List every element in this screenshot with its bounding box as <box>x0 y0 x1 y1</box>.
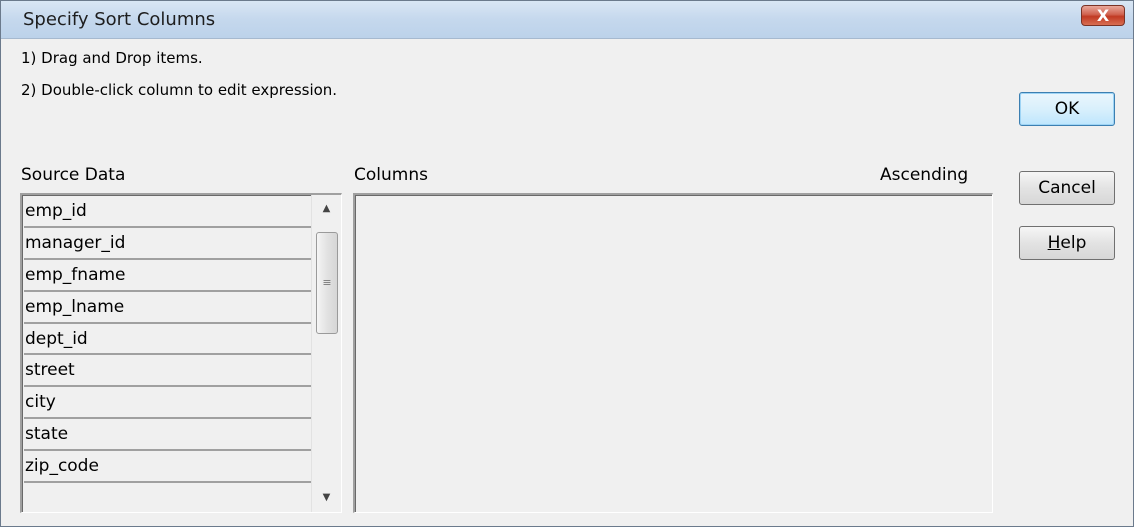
list-item[interactable]: emp_id <box>24 196 312 228</box>
columns-label: Columns <box>354 165 428 185</box>
scroll-up-icon[interactable]: ▲ <box>312 199 341 219</box>
dialog-title: Specify Sort Columns <box>23 9 216 30</box>
list-item[interactable]: emp_fname <box>24 260 312 292</box>
help-mnemonic: H <box>1047 233 1061 253</box>
close-icon: X <box>1096 6 1110 25</box>
list-item[interactable]: zip_code <box>24 451 312 484</box>
list-item[interactable]: city <box>24 387 312 420</box>
sort-columns-list[interactable] <box>353 193 993 513</box>
list-item[interactable]: emp_lname <box>24 292 312 324</box>
instruction-drag-drop: 1) Drag and Drop items. <box>21 49 203 67</box>
ok-button[interactable]: OK <box>1019 92 1115 126</box>
source-data-list[interactable]: emp_id manager_id emp_fname emp_lname de… <box>20 193 342 513</box>
help-button[interactable]: Help <box>1019 226 1115 260</box>
instruction-double-click: 2) Double-click column to edit expressio… <box>21 81 338 99</box>
list-item[interactable]: manager_id <box>24 228 312 260</box>
source-items: emp_id manager_id emp_fname emp_lname de… <box>24 196 312 515</box>
scroll-thumb[interactable]: ≡ <box>316 232 338 334</box>
cancel-button[interactable]: Cancel <box>1019 171 1115 205</box>
list-item[interactable]: dept_id <box>24 324 312 356</box>
help-label-rest: elp <box>1060 233 1087 253</box>
close-button[interactable]: X <box>1081 5 1125 26</box>
source-data-label: Source Data <box>21 165 126 185</box>
list-item[interactable]: street <box>24 355 312 388</box>
grip-icon: ≡ <box>322 276 332 289</box>
source-scrollbar[interactable]: ▲ ≡ ▼ <box>311 195 341 512</box>
sort-columns-dialog: Specify Sort Columns X 1) Drag and Drop … <box>0 0 1134 527</box>
ascending-label: Ascending <box>880 165 969 185</box>
list-item-empty[interactable] <box>24 483 312 515</box>
title-bar: Specify Sort Columns X <box>1 1 1133 39</box>
scroll-down-icon[interactable]: ▼ <box>312 488 341 508</box>
list-item[interactable]: state <box>24 419 312 452</box>
